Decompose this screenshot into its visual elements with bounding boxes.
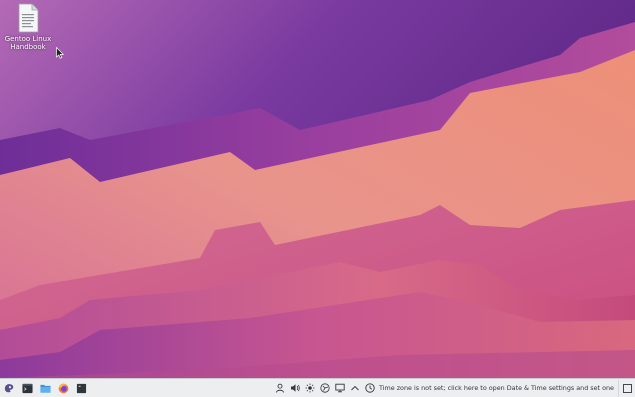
tray-clock-button[interactable] xyxy=(362,380,377,397)
tray-volume-button[interactable] xyxy=(287,380,302,397)
desktop-icon-label: Gentoo Linux Handbook xyxy=(4,35,52,51)
application-launcher-button[interactable] xyxy=(1,380,18,397)
user-icon xyxy=(275,383,284,393)
gentoo-logo-icon xyxy=(4,383,14,392)
display-icon xyxy=(334,383,345,393)
tray-network-button[interactable] xyxy=(317,380,332,397)
taskbar-file-manager-button[interactable] xyxy=(37,380,54,397)
timezone-warning-text[interactable]: Time zone is not set; click here to open… xyxy=(377,380,618,397)
mouse-cursor-icon xyxy=(56,47,64,59)
system-tray: Time zone is not set; click here to open… xyxy=(272,379,635,397)
firefox-icon xyxy=(58,383,69,393)
tray-user-button[interactable] xyxy=(272,380,287,397)
tray-expand-button[interactable] xyxy=(347,380,362,397)
taskbar-firefox-button[interactable] xyxy=(55,380,72,397)
tray-display-button[interactable] xyxy=(332,380,347,397)
folder-icon xyxy=(40,384,51,393)
desktop-icon-gentoo-handbook[interactable]: Gentoo Linux Handbook xyxy=(4,3,52,51)
taskbar: Time zone is not set; click here to open… xyxy=(0,378,635,397)
clock-icon xyxy=(364,383,375,393)
taskbar-terminal-button[interactable] xyxy=(19,380,36,397)
console-icon xyxy=(76,383,87,393)
show-desktop-button[interactable] xyxy=(618,379,635,397)
terminal-icon xyxy=(22,383,33,393)
volume-icon xyxy=(290,384,300,392)
network-icon xyxy=(319,383,330,393)
desktop-wallpaper xyxy=(0,0,635,397)
tray-brightness-button[interactable] xyxy=(302,380,317,397)
show-desktop-icon xyxy=(622,383,632,393)
text-document-icon xyxy=(18,3,39,33)
taskbar-console-button[interactable] xyxy=(73,380,90,397)
expand-arrow-icon xyxy=(350,385,359,391)
brightness-icon xyxy=(305,383,315,393)
